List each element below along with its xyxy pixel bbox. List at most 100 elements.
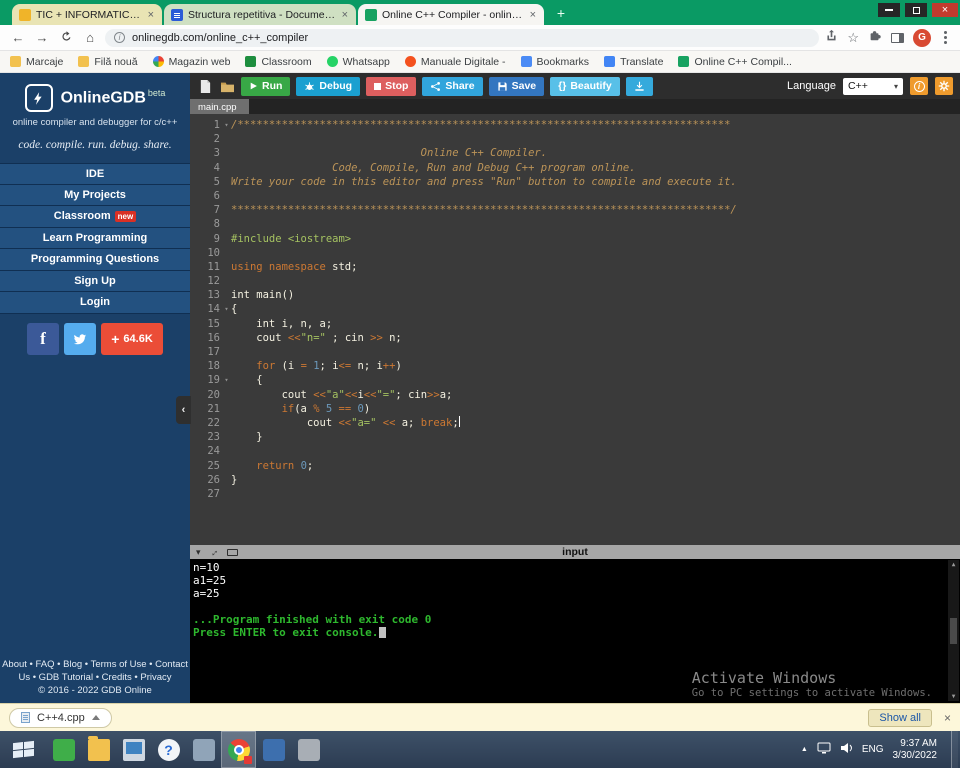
- code-line[interactable]: 26}: [190, 473, 960, 487]
- bookmark-item[interactable]: Translate: [604, 56, 663, 68]
- beautify-button[interactable]: {} Beautify: [550, 77, 620, 96]
- sidebar-item-ide[interactable]: IDE: [0, 163, 190, 185]
- show-all-button[interactable]: Show all: [868, 709, 932, 727]
- downloaded-file-chip[interactable]: C++4.cpp: [9, 708, 112, 728]
- close-button[interactable]: ×: [932, 3, 958, 17]
- keyboard-language[interactable]: ENG: [862, 744, 884, 755]
- run-button[interactable]: Run: [241, 77, 290, 96]
- code-line[interactable]: 6: [190, 189, 960, 203]
- tab-close-icon[interactable]: ×: [147, 9, 155, 21]
- share-button[interactable]: Share: [422, 77, 482, 96]
- start-button[interactable]: [0, 731, 46, 768]
- tab-close-icon[interactable]: ×: [529, 9, 537, 21]
- debug-button[interactable]: Debug: [296, 77, 360, 96]
- code-line[interactable]: 22 cout <<"a=" << a; break;: [190, 416, 960, 430]
- network-icon[interactable]: [817, 741, 831, 759]
- show-desktop-button[interactable]: [951, 731, 958, 768]
- taskbar-clock[interactable]: 9:37 AM 3/30/2022: [893, 738, 938, 762]
- code-line[interactable]: 1▾/*************************************…: [190, 118, 960, 132]
- twitter-button[interactable]: [64, 323, 96, 355]
- bookmark-item[interactable]: Manuale Digitale -: [405, 56, 506, 68]
- sidebar-item-learn-programming[interactable]: Learn Programming: [0, 228, 190, 250]
- bookmark-item[interactable]: Bookmarks: [521, 56, 590, 68]
- bookmark-item[interactable]: Magazin web: [153, 56, 231, 68]
- code-line[interactable]: 10: [190, 246, 960, 260]
- minimize-button[interactable]: [878, 3, 900, 17]
- sidebar-item-my-projects[interactable]: My Projects: [0, 185, 190, 207]
- code-line[interactable]: 20 cout <<"a"<<i<<"="; cin>>a;: [190, 388, 960, 402]
- browser-tab[interactable]: Structura repetitiva - Documente×: [164, 4, 356, 25]
- code-line[interactable]: 9#include <iostream>: [190, 232, 960, 246]
- forward-icon[interactable]: →: [33, 31, 51, 44]
- footer-links-2[interactable]: Us • GDB Tutorial • Credits • Privacy: [0, 671, 190, 684]
- taskbar-app-app-blue[interactable]: [256, 731, 291, 768]
- address-bar[interactable]: i onlinegdb.com/online_c++_compiler: [105, 29, 819, 47]
- scroll-up-icon[interactable]: ▲: [952, 561, 956, 568]
- expand-chevron-icon[interactable]: [92, 715, 100, 720]
- browser-menu-icon[interactable]: [944, 36, 947, 39]
- stop-button[interactable]: Stop: [366, 77, 416, 96]
- back-icon[interactable]: ←: [9, 31, 27, 44]
- code-line[interactable]: 13int main(): [190, 288, 960, 302]
- console-scrollbar[interactable]: ▲ ▼: [948, 560, 959, 701]
- code-line[interactable]: 2: [190, 132, 960, 146]
- reload-icon[interactable]: [57, 30, 75, 45]
- code-line[interactable]: 4 Code, Compile, Run and Debug C++ progr…: [190, 161, 960, 175]
- code-line[interactable]: 23 }: [190, 430, 960, 444]
- footer-links-1[interactable]: About • FAQ • Blog • Terms of Use • Cont…: [0, 658, 190, 671]
- bookmark-star-icon[interactable]: ☆: [847, 30, 859, 46]
- browser-tab[interactable]: Online C++ Compiler - online ed×: [358, 4, 544, 25]
- tab-close-icon[interactable]: ×: [341, 9, 349, 21]
- fold-marker-icon[interactable]: ▾: [222, 373, 231, 387]
- bookmark-item[interactable]: Online C++ Compil...: [678, 56, 791, 68]
- download-button[interactable]: [626, 77, 653, 96]
- profile-avatar[interactable]: G: [913, 29, 931, 47]
- bookmark-item[interactable]: Filă nouă: [78, 56, 137, 68]
- sidebar-item-programming-questions[interactable]: Programming Questions: [0, 249, 190, 271]
- sidebar-item-login[interactable]: Login: [0, 292, 190, 314]
- fold-marker-icon[interactable]: ▾: [222, 118, 231, 132]
- sidebar-collapse-button[interactable]: ‹: [176, 396, 191, 424]
- scrollbar-thumb[interactable]: [950, 618, 957, 644]
- language-select[interactable]: C++ ▾: [843, 78, 903, 95]
- sidebar-item-sign-up[interactable]: Sign Up: [0, 271, 190, 293]
- taskbar-app-chrome[interactable]: [221, 731, 256, 768]
- taskbar-app-app-green[interactable]: [46, 731, 81, 768]
- taskbar-app-display[interactable]: [116, 731, 151, 768]
- code-line[interactable]: 11using namespace std;: [190, 260, 960, 274]
- taskbar-app-app-gray[interactable]: [291, 731, 326, 768]
- page-info-icon[interactable]: i: [114, 32, 125, 43]
- new-tab-button[interactable]: +: [550, 4, 572, 22]
- info-button[interactable]: i: [910, 77, 928, 95]
- code-line[interactable]: 15 int i, n, a;: [190, 317, 960, 331]
- taskbar-app-folder[interactable]: [81, 731, 116, 768]
- open-file-icon[interactable]: [219, 78, 235, 94]
- save-button[interactable]: Save: [489, 77, 545, 96]
- code-line[interactable]: 5Write your code in this editor and pres…: [190, 175, 960, 189]
- scroll-down-icon[interactable]: ▼: [952, 693, 956, 700]
- hidden-icons-chevron[interactable]: ▲: [801, 746, 808, 753]
- home-icon[interactable]: ⌂: [81, 31, 99, 44]
- code-line[interactable]: 24: [190, 444, 960, 458]
- code-line[interactable]: 7***************************************…: [190, 203, 960, 217]
- code-editor[interactable]: 1▾/*************************************…: [190, 114, 960, 545]
- sidebar-item-classroom[interactable]: Classroomnew: [0, 206, 190, 228]
- settings-button[interactable]: [935, 77, 953, 95]
- code-line[interactable]: 16 cout <<"n=" ; cin >> n;: [190, 331, 960, 345]
- taskbar-app-help[interactable]: [151, 731, 186, 768]
- new-file-icon[interactable]: [197, 78, 213, 94]
- volume-icon[interactable]: [840, 741, 853, 759]
- share-icon[interactable]: [825, 29, 838, 47]
- addthis-share-button[interactable]: + 64.6K: [101, 323, 163, 355]
- taskbar-app-library[interactable]: [186, 731, 221, 768]
- bookmark-item[interactable]: Marcaje: [10, 56, 63, 68]
- code-line[interactable]: 12: [190, 274, 960, 288]
- facebook-button[interactable]: f: [27, 323, 59, 355]
- code-line[interactable]: 25 return 0;: [190, 459, 960, 473]
- bookmark-item[interactable]: Whatsapp: [327, 56, 390, 68]
- code-line[interactable]: 27: [190, 487, 960, 501]
- code-line[interactable]: 14▾{: [190, 302, 960, 316]
- code-line[interactable]: 21 if(a % 5 == 0): [190, 402, 960, 416]
- code-line[interactable]: 17: [190, 345, 960, 359]
- code-line[interactable]: 3 Online C++ Compiler.: [190, 146, 960, 160]
